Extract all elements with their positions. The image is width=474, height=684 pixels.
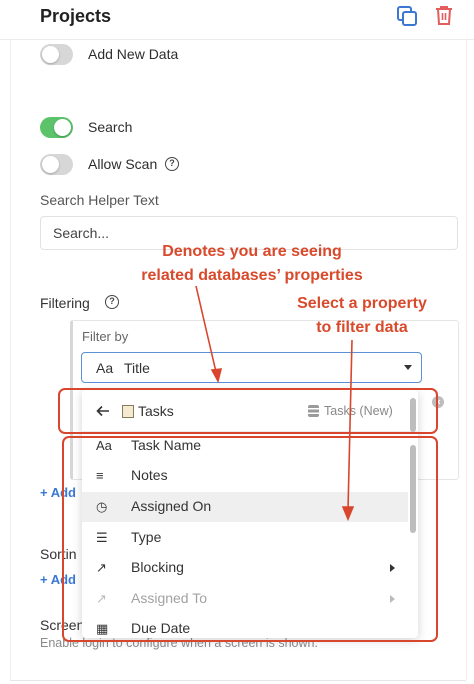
screen-note: Enable login to configure when a screen … [40, 636, 318, 650]
page-title: Projects [40, 6, 112, 26]
trash-icon[interactable] [433, 4, 455, 26]
allow-scan-label: Allow Scan [88, 156, 158, 172]
search-helper-label: Search Helper Text [40, 192, 159, 208]
scrollbar-thumb[interactable] [410, 445, 416, 533]
option-label: Assigned On [131, 498, 212, 514]
bottom-rule [10, 680, 466, 681]
lines-icon: ≡ [96, 468, 104, 483]
notepad-icon [122, 405, 134, 418]
parent-database-text: Tasks (New) [324, 404, 393, 418]
left-rule [10, 40, 11, 680]
filter-by-label: Filter by [82, 329, 129, 344]
add-new-data-toggle[interactable] [40, 44, 73, 65]
database-icon [308, 405, 319, 417]
option-label: Type [131, 529, 162, 545]
toggle-knob [42, 46, 59, 63]
option-type[interactable]: ☰ Type [82, 523, 408, 553]
database-name: Tasks [122, 403, 174, 419]
database-row[interactable]: Tasks Tasks (New) [82, 390, 418, 432]
search-toggle[interactable] [40, 117, 73, 138]
option-label: Notes [131, 467, 168, 483]
sorting-label: Sortin [40, 546, 77, 562]
filtering-label: Filtering [40, 295, 90, 311]
relation-arrow-icon: ↗ [96, 560, 107, 575]
help-icon[interactable]: ? [105, 295, 119, 309]
list-icon: ☰ [96, 530, 108, 545]
selected-property: Title [124, 360, 150, 376]
option-blocking[interactable]: ↗ Blocking [82, 553, 408, 583]
option-label: Assigned To [131, 590, 208, 606]
text-type-icon: Aa [96, 438, 112, 453]
option-notes[interactable]: ≡ Notes [82, 461, 408, 491]
chevron-right-icon [390, 595, 395, 603]
option-task-name[interactable]: Aa Task Name [82, 431, 408, 461]
copy-icon[interactable] [396, 5, 418, 27]
callout-line: related databases’ properties [141, 267, 363, 284]
callout-line: Select a property [297, 295, 427, 312]
option-label: Blocking [131, 559, 184, 575]
chevron-right-icon [390, 564, 395, 572]
option-due-date[interactable]: ▦ Due Date [82, 614, 408, 638]
calendar-icon: ▦ [96, 621, 109, 636]
add-filter-link[interactable]: + Add [40, 485, 76, 500]
option-assigned-to: ↗ Assigned To [82, 584, 408, 614]
right-rule [466, 40, 467, 680]
database-name-text: Tasks [138, 403, 174, 419]
clock-icon: ◷ [96, 499, 108, 514]
callout-select-property: Select a property to filter data [262, 292, 462, 340]
property-dropdown[interactable]: Tasks Tasks (New) Aa Task Name ≡ Notes ◷… [82, 390, 418, 638]
toggle-knob [54, 119, 71, 136]
help-icon[interactable]: ? [165, 157, 179, 171]
callout-related-databases: Denotes you are seeing related databases… [112, 240, 392, 288]
clear-icon[interactable]: × [432, 396, 444, 408]
toggle-knob [42, 156, 59, 173]
back-arrow-icon[interactable] [96, 404, 110, 418]
option-label: Task Name [131, 437, 202, 453]
add-sort-link[interactable]: + Add [40, 572, 76, 587]
caret-down-icon[interactable] [404, 365, 412, 370]
text-type-icon: Aa [96, 360, 114, 376]
screen-label: Screen [40, 617, 85, 633]
callout-line: Denotes you are seeing [162, 243, 342, 260]
option-assigned-on[interactable]: ◷ Assigned On [82, 492, 408, 522]
search-toggle-label: Search [88, 119, 133, 135]
relation-arrow-icon: ↗ [96, 591, 107, 606]
allow-scan-toggle[interactable] [40, 154, 73, 175]
add-new-data-label: Add New Data [88, 46, 179, 62]
scrollbar-thumb[interactable] [410, 398, 416, 432]
callout-line: to filter data [316, 319, 408, 336]
parent-database: Tasks (New) [308, 404, 393, 418]
option-label: Due Date [131, 620, 191, 636]
